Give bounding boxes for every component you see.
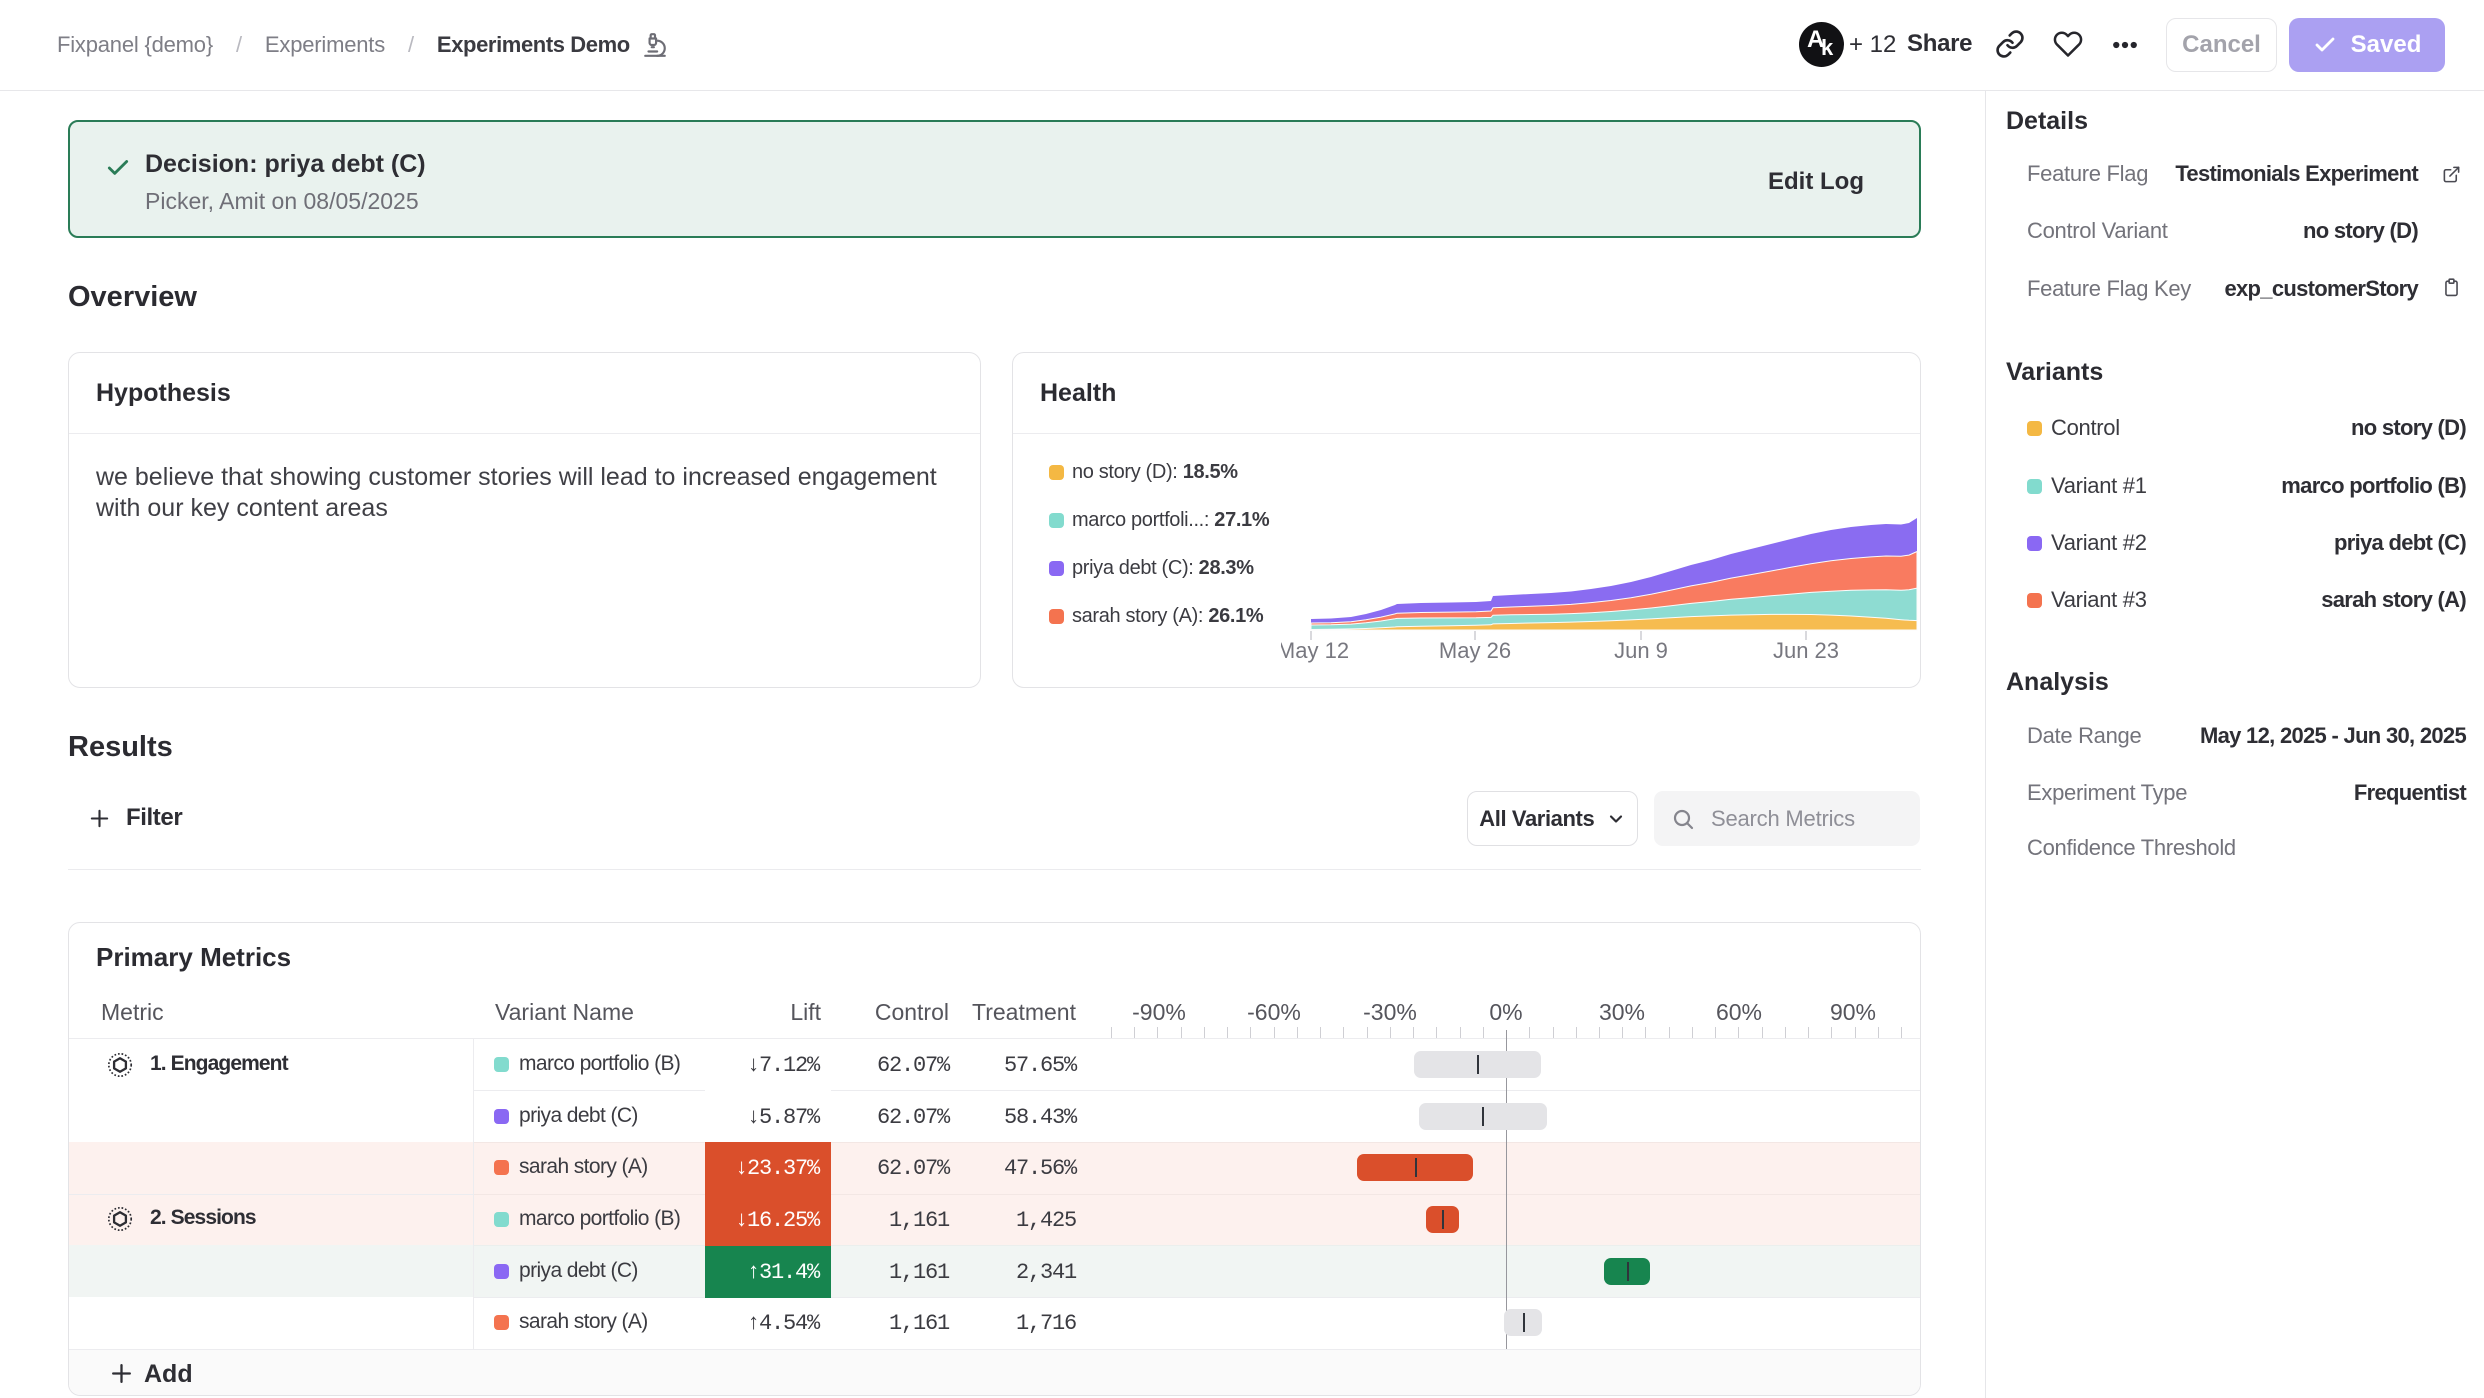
svg-text:Jun 9: Jun 9 (1614, 638, 1668, 663)
svg-text:May 12: May 12 (1281, 638, 1349, 663)
svg-text:May 26: May 26 (1439, 638, 1511, 663)
svg-text:Jun 23: Jun 23 (1773, 638, 1839, 663)
